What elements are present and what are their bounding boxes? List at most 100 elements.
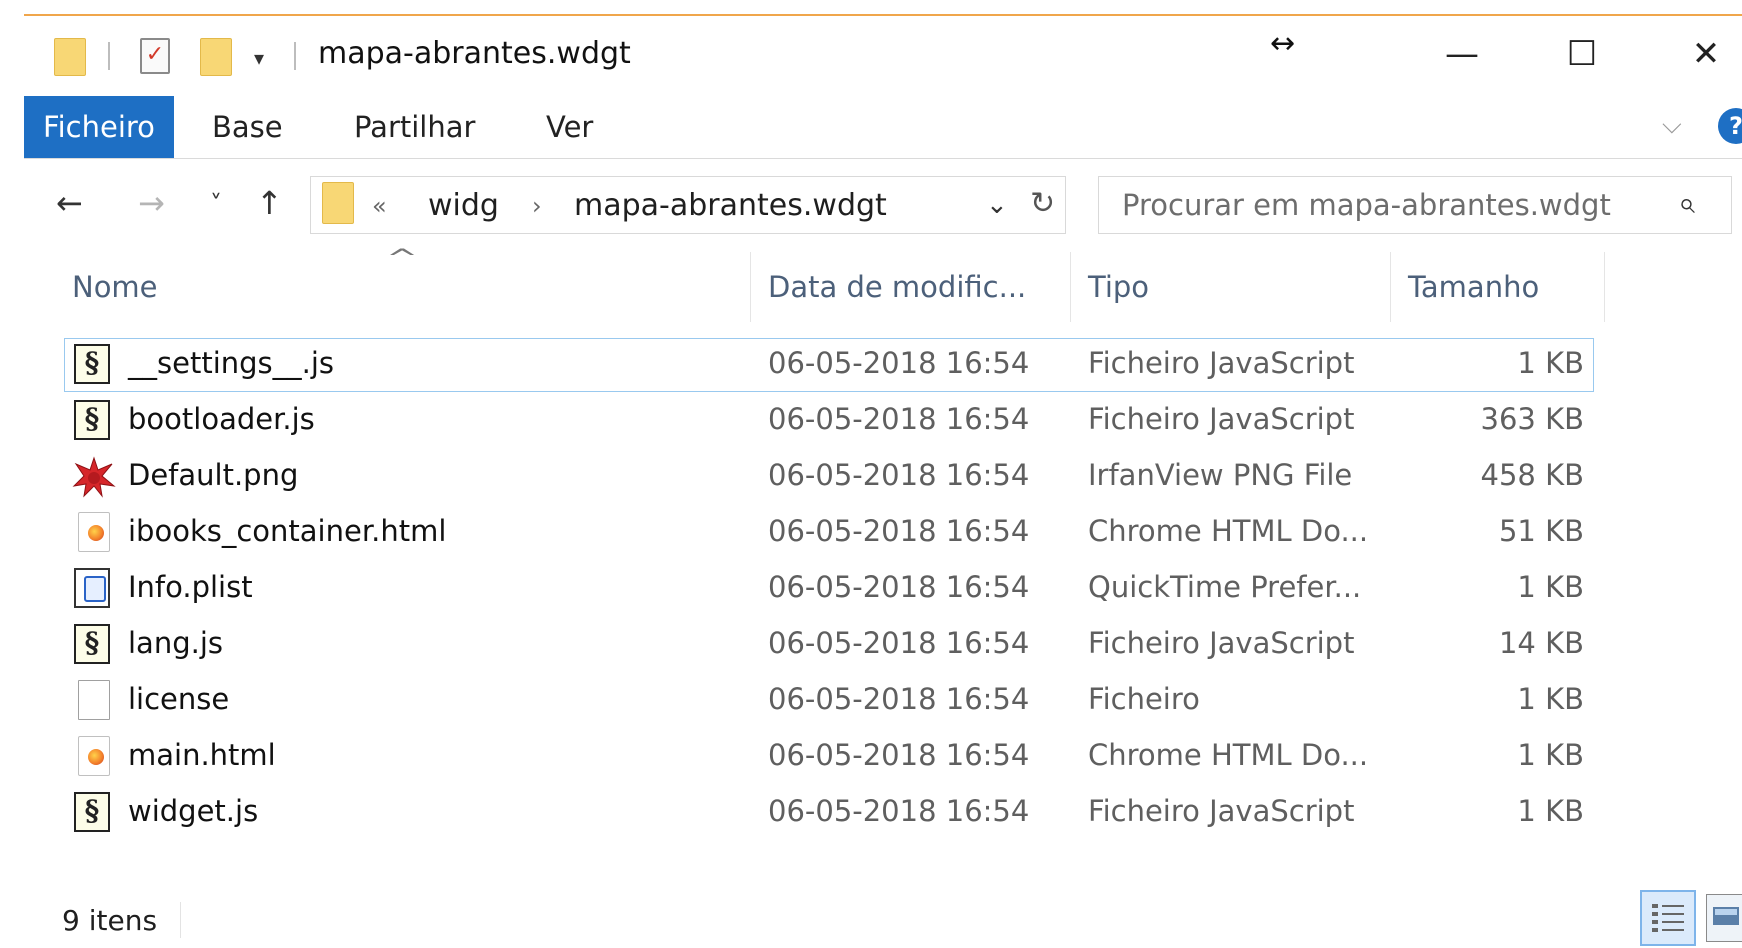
file-size: 363 KB (1480, 402, 1584, 436)
file-size: 1 KB (1517, 682, 1584, 716)
breadcrumb-widg[interactable]: widg (428, 188, 499, 223)
file-row[interactable]: Info.plist 06-05-2018 16:54 QuickTime Pr… (64, 562, 1594, 616)
file-type: Ficheiro JavaScript (1088, 346, 1355, 380)
file-row[interactable]: main.html 06-05-2018 16:54 Chrome HTML D… (64, 730, 1594, 784)
file-type: IrfanView PNG File (1088, 458, 1353, 492)
tab-ver[interactable]: Ver (546, 96, 593, 158)
js-script-icon: § (74, 624, 110, 664)
status-separator (180, 902, 181, 938)
details-view-icon (1652, 904, 1684, 932)
column-divider[interactable] (1390, 252, 1391, 322)
file-name: main.html (128, 738, 276, 772)
file-size: 14 KB (1498, 626, 1584, 660)
js-script-icon: § (74, 344, 110, 384)
file-date: 06-05-2018 16:54 (768, 402, 1030, 436)
details-view-button[interactable] (1640, 890, 1696, 946)
file-type: Ficheiro JavaScript (1088, 626, 1355, 660)
plist-file-icon (74, 568, 110, 608)
file-name: widget.js (128, 794, 259, 828)
tab-partilhar[interactable]: Partilhar (354, 96, 475, 158)
column-header-size[interactable]: Tamanho (1408, 270, 1539, 304)
file-type: Ficheiro JavaScript (1088, 402, 1355, 436)
forward-button[interactable]: → (138, 184, 165, 222)
refresh-icon[interactable]: ↻ (1030, 186, 1055, 221)
js-script-icon: § (74, 792, 110, 832)
column-divider[interactable] (750, 252, 751, 322)
quick-access-separator (108, 42, 110, 70)
file-type: Ficheiro (1088, 682, 1200, 716)
expand-ribbon-icon[interactable]: ⌵ (1662, 110, 1682, 141)
file-type: Chrome HTML Do... (1088, 738, 1369, 772)
html-file-icon (78, 736, 110, 776)
search-icon[interactable]: ⌕ (1678, 186, 1695, 221)
file-date: 06-05-2018 16:54 (768, 458, 1030, 492)
large-icons-view-button[interactable] (1706, 894, 1742, 942)
file-name: ibooks_container.html (128, 514, 447, 548)
file-date: 06-05-2018 16:54 (768, 570, 1030, 604)
minimize-button[interactable]: — (1442, 34, 1482, 74)
file-name: Info.plist (128, 570, 253, 604)
tab-ficheiro[interactable]: Ficheiro (24, 96, 174, 158)
html-file-icon (78, 512, 110, 552)
file-date: 06-05-2018 16:54 (768, 346, 1030, 380)
folder-icon (54, 38, 86, 76)
file-type: Ficheiro JavaScript (1088, 794, 1355, 828)
file-date: 06-05-2018 16:54 (768, 738, 1030, 772)
maximize-button[interactable]: ☐ (1562, 34, 1602, 74)
breadcrumb-overflow-icon[interactable]: « (372, 192, 387, 220)
back-button[interactable]: ← (56, 184, 83, 222)
close-button[interactable]: ✕ (1686, 34, 1726, 74)
search-input[interactable]: Procurar em mapa-abrantes.wdgt (1122, 188, 1611, 222)
folder-icon (322, 182, 354, 224)
resize-cursor-icon: ↔ (1270, 26, 1296, 61)
up-button[interactable]: ↑ (256, 184, 283, 222)
breadcrumb-separator-icon[interactable]: › (532, 192, 542, 220)
tab-base[interactable]: Base (212, 96, 283, 158)
file-size: 1 KB (1517, 738, 1584, 772)
irfanview-png-icon (72, 456, 116, 498)
file-row[interactable]: license 06-05-2018 16:54 Ficheiro 1 KB (64, 674, 1594, 728)
new-folder-icon[interactable] (200, 38, 232, 76)
title-bar (24, 16, 1742, 86)
file-row[interactable]: § lang.js 06-05-2018 16:54 Ficheiro Java… (64, 618, 1594, 672)
file-date: 06-05-2018 16:54 (768, 514, 1030, 548)
sort-ascending-icon: ^ (385, 244, 419, 272)
file-size: 1 KB (1517, 794, 1584, 828)
breadcrumb-current[interactable]: mapa-abrantes.wdgt (574, 188, 887, 223)
file-name: Default.png (128, 458, 299, 492)
item-count: 9 itens (62, 904, 158, 937)
file-name: bootloader.js (128, 402, 315, 436)
file-row[interactable]: ibooks_container.html 06-05-2018 16:54 C… (64, 506, 1594, 560)
address-dropdown-icon[interactable]: ⌄ (986, 190, 1008, 220)
file-row[interactable]: § bootloader.js 06-05-2018 16:54 Ficheir… (64, 394, 1594, 448)
file-size: 1 KB (1517, 346, 1584, 380)
column-header-date[interactable]: Data de modific... (768, 270, 1026, 304)
file-date: 06-05-2018 16:54 (768, 794, 1030, 828)
file-row[interactable]: § widget.js 06-05-2018 16:54 Ficheiro Ja… (64, 786, 1594, 840)
column-header-name[interactable]: Nome (72, 270, 158, 304)
properties-check-icon[interactable]: ✓ (140, 38, 170, 74)
file-type: Chrome HTML Do... (1088, 514, 1369, 548)
file-size: 51 KB (1498, 514, 1584, 548)
customize-quick-access-icon[interactable]: ▾ (254, 46, 264, 70)
file-date: 06-05-2018 16:54 (768, 626, 1030, 660)
large-icons-view-icon (1713, 907, 1739, 925)
column-divider[interactable] (1070, 252, 1071, 322)
blank-file-icon (78, 680, 110, 720)
ribbon-divider (24, 158, 1742, 159)
column-divider[interactable] (1604, 252, 1605, 322)
file-row[interactable]: Default.png 06-05-2018 16:54 IrfanView P… (64, 450, 1594, 504)
column-header-type[interactable]: Tipo (1088, 270, 1149, 304)
js-script-icon: § (74, 400, 110, 440)
quick-access-separator (294, 42, 296, 70)
file-type: QuickTime Prefer... (1088, 570, 1362, 604)
file-name: lang.js (128, 626, 224, 660)
file-name: license (128, 682, 230, 716)
window-title: mapa-abrantes.wdgt (318, 36, 631, 71)
recent-locations-button[interactable]: ˅ (210, 190, 222, 218)
file-date: 06-05-2018 16:54 (768, 682, 1030, 716)
file-row[interactable]: § __settings__.js 06-05-2018 16:54 Fiche… (64, 338, 1594, 392)
file-size: 458 KB (1480, 458, 1584, 492)
file-name: __settings__.js (128, 346, 335, 380)
file-size: 1 KB (1517, 570, 1584, 604)
